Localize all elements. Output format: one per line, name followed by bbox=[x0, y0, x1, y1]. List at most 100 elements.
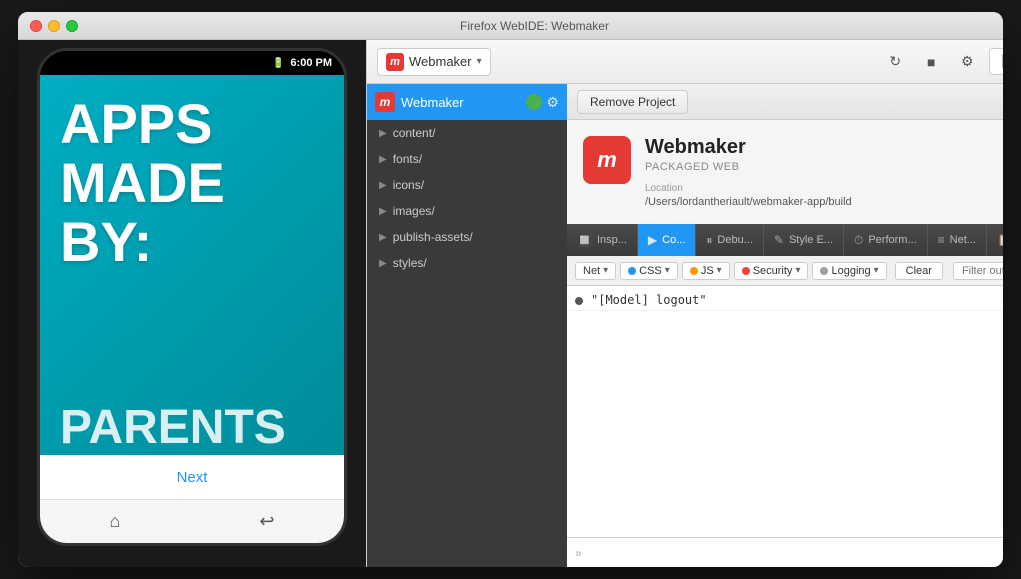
remove-project-button[interactable]: Remove Project bbox=[577, 90, 688, 114]
phone-battery-icon: 🔋 bbox=[272, 58, 284, 69]
tab-debugger[interactable]: ⏸ Debu... bbox=[696, 224, 763, 256]
file-arrow-icon: ▶ bbox=[379, 206, 387, 217]
file-name: styles/ bbox=[393, 256, 427, 270]
css-filter-label: CSS bbox=[639, 265, 662, 277]
file-tree-header: m Webmaker ⚙ bbox=[367, 84, 567, 120]
file-name: icons/ bbox=[393, 178, 424, 192]
console-expand-icon[interactable]: » bbox=[575, 546, 582, 560]
file-name: images/ bbox=[393, 204, 435, 218]
filter-input-wrap bbox=[953, 262, 1003, 280]
phone-home-icon[interactable]: ⌂ bbox=[110, 511, 121, 532]
tab-inspector[interactable]: 🔲 Insp... bbox=[567, 224, 638, 256]
file-tree-item[interactable]: ▶ fonts/ bbox=[367, 146, 567, 172]
inspector-icon: 🔲 bbox=[577, 233, 592, 247]
phone-nav-bar: ⌂ ↩ bbox=[40, 499, 344, 543]
window-title: Firefox WebIDE: Webmaker bbox=[78, 19, 991, 33]
css-filter-button[interactable]: CSS ▾ bbox=[620, 262, 678, 280]
performance-label: Perform... bbox=[868, 234, 916, 246]
phone-simulator: 🔋 6:00 PM APPS MADE BY: PARENTS Next bbox=[18, 40, 366, 567]
console-output: "[Model] logout" index.js:569 bbox=[567, 286, 1003, 537]
file-tree-item[interactable]: ▶ images/ bbox=[367, 198, 567, 224]
webide-toolbar: m Webmaker ▾ ↻ ■ ⚙ 📱 Firefox OS 2.0 ▾ bbox=[367, 40, 1003, 84]
logging-filter-chevron: ▾ bbox=[874, 265, 879, 276]
file-name: content/ bbox=[393, 126, 436, 140]
file-name: fonts/ bbox=[393, 152, 422, 166]
css-filter-chevron: ▾ bbox=[665, 265, 670, 276]
console-input-bar: » bbox=[567, 537, 1003, 567]
file-arrow-icon: ▶ bbox=[379, 258, 387, 269]
debugger-icon: ⏸ bbox=[706, 233, 712, 248]
project-info-panel: Remove Project VALID m Webmaker PACKAGED… bbox=[567, 84, 1003, 567]
phone-text-parents: PARENTS bbox=[60, 400, 286, 455]
net-filter-button[interactable]: Net ▾ bbox=[575, 262, 616, 280]
net-filter-label: Net bbox=[583, 265, 600, 277]
js-dot bbox=[690, 267, 698, 275]
security-filter-label: Security bbox=[753, 265, 793, 277]
app-icon: m bbox=[386, 53, 404, 71]
project-location-path: /Users/lordantheriault/webmaker-app/buil… bbox=[645, 196, 1003, 208]
style-editor-label: Style E... bbox=[789, 234, 833, 246]
tab-performance[interactable]: ⏱ Perform... bbox=[844, 224, 928, 256]
project-details: Webmaker PACKAGED WEB Location /Users/lo… bbox=[645, 136, 1003, 208]
file-tree-header-icons: ⚙ bbox=[526, 94, 559, 111]
filter-input[interactable] bbox=[953, 262, 1003, 280]
tab-console[interactable]: ▶ Co... bbox=[638, 224, 696, 256]
phone-status-bar: 🔋 6:00 PM bbox=[40, 51, 344, 75]
style-editor-icon: ✎ bbox=[774, 233, 784, 247]
settings-icon: ⚙ bbox=[961, 53, 974, 70]
phone-text-made: MADE bbox=[60, 154, 324, 213]
stop-button[interactable]: ■ bbox=[917, 48, 945, 76]
project-type: PACKAGED WEB bbox=[645, 161, 1003, 173]
phone-time: 6:00 PM bbox=[290, 57, 332, 69]
settings-button[interactable]: ⚙ bbox=[953, 48, 981, 76]
tab-scratch[interactable]: 📋 Scratch... bbox=[987, 224, 1003, 256]
tab-network[interactable]: ≡ Net... bbox=[928, 224, 987, 256]
phone-text-by: BY: bbox=[60, 213, 324, 272]
phone-screen-content: APPS MADE BY: PARENTS bbox=[40, 75, 344, 455]
file-tree-item[interactable]: ▶content/ bbox=[367, 120, 567, 146]
logging-filter-button[interactable]: Logging ▾ bbox=[812, 262, 886, 280]
console-icon: ▶ bbox=[648, 233, 657, 247]
phone-screen: APPS MADE BY: PARENTS bbox=[40, 75, 344, 455]
debugger-label: Debu... bbox=[717, 234, 752, 246]
js-filter-button[interactable]: JS ▾ bbox=[682, 262, 730, 280]
runtime-selector[interactable]: 📱 Firefox OS 2.0 ▾ bbox=[989, 48, 1003, 75]
css-dot bbox=[628, 267, 636, 275]
console-log-text: "[Model] logout" bbox=[591, 293, 1003, 307]
phone-bottom-bar[interactable]: Next bbox=[40, 455, 344, 499]
close-button[interactable] bbox=[30, 20, 42, 32]
js-filter-chevron: ▾ bbox=[717, 265, 722, 276]
phone-frame: 🔋 6:00 PM APPS MADE BY: PARENTS Next bbox=[37, 48, 347, 546]
file-tree-gear-icon[interactable]: ⚙ bbox=[546, 94, 559, 111]
project-logo: m bbox=[583, 136, 631, 184]
phone-next-button[interactable]: Next bbox=[177, 469, 208, 486]
file-tree-item[interactable]: ▶ styles/ bbox=[367, 250, 567, 276]
network-icon: ≡ bbox=[938, 233, 945, 247]
title-bar: Firefox WebIDE: Webmaker bbox=[18, 12, 1003, 40]
file-tree-item[interactable]: ▶publish-assets/ bbox=[367, 224, 567, 250]
phone-back-icon[interactable]: ↩ bbox=[259, 511, 274, 532]
file-name: publish-assets/ bbox=[393, 230, 473, 244]
webide-panel: m Webmaker ▾ ↻ ■ ⚙ 📱 Firefox OS 2.0 ▾ bbox=[366, 40, 1003, 567]
traffic-lights bbox=[30, 20, 78, 32]
app-name-label: Webmaker bbox=[409, 54, 472, 69]
reload-icon: ↻ bbox=[889, 53, 901, 70]
app-selector[interactable]: m Webmaker ▾ bbox=[377, 48, 491, 76]
devtools-tabs: 🔲 Insp... ▶ Co... ⏸ Debu... ✎ bbox=[567, 224, 1003, 256]
security-filter-button[interactable]: Security ▾ bbox=[734, 262, 809, 280]
js-filter-label: JS bbox=[701, 265, 714, 277]
main-content: 🔋 6:00 PM APPS MADE BY: PARENTS Next bbox=[18, 40, 1003, 567]
maximize-button[interactable] bbox=[66, 20, 78, 32]
app-selector-chevron: ▾ bbox=[477, 56, 482, 67]
file-arrow-icon: ▶ bbox=[379, 154, 387, 165]
tab-style-editor[interactable]: ✎ Style E... bbox=[764, 224, 844, 256]
clear-button[interactable]: Clear bbox=[895, 262, 943, 280]
stop-icon: ■ bbox=[927, 54, 935, 70]
console-log-dot bbox=[575, 297, 583, 305]
minimize-button[interactable] bbox=[48, 20, 60, 32]
file-tree-item[interactable]: ▶icons/ bbox=[367, 172, 567, 198]
scratch-icon: 📋 bbox=[997, 233, 1003, 247]
net-filter-chevron: ▾ bbox=[603, 265, 608, 276]
reload-button[interactable]: ↻ bbox=[881, 48, 909, 76]
inspector-label: Insp... bbox=[597, 234, 627, 246]
